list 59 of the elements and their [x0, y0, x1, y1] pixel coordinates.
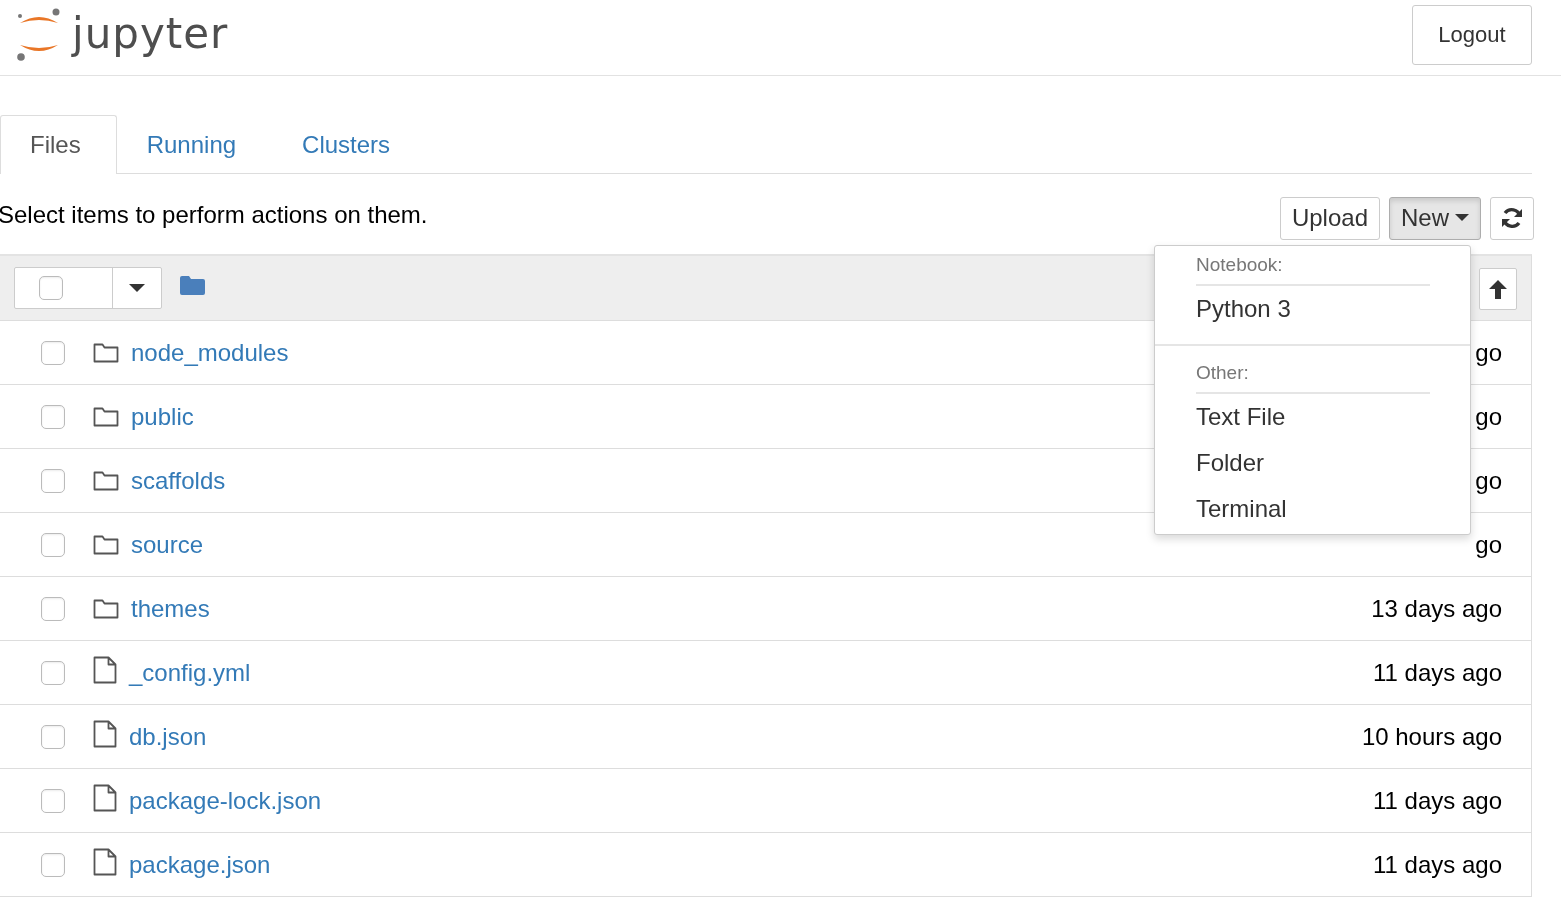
file-link[interactable]: source: [131, 530, 204, 559]
modified-time: 11 days ago: [1373, 658, 1502, 687]
folder-icon[interactable]: [180, 275, 205, 295]
arrow-up-icon: [1487, 278, 1509, 300]
modified-time: 10 hours ago: [1361, 722, 1502, 751]
file-link[interactable]: node_modules: [131, 338, 289, 367]
file-icon: [93, 847, 117, 876]
checkbox[interactable]: [41, 596, 65, 621]
file-link[interactable]: public: [131, 402, 194, 431]
file-icon: [93, 783, 117, 812]
checkbox[interactable]: [39, 276, 63, 300]
menu-heading: Other:: [1196, 355, 1430, 394]
new-button[interactable]: New: [1389, 196, 1481, 240]
file-icon: [93, 655, 117, 684]
logo-icon: [16, 6, 62, 61]
folder-icon: [93, 534, 119, 555]
upload-button[interactable]: Upload: [1279, 196, 1380, 240]
caret-icon: [129, 283, 145, 293]
checkbox[interactable]: [41, 660, 65, 685]
folder-icon: [93, 342, 119, 363]
file-link[interactable]: package-lock.json: [129, 786, 322, 815]
checkbox[interactable]: [41, 724, 65, 749]
file-link[interactable]: themes: [131, 594, 210, 623]
menu-heading: Notebook:: [1196, 247, 1430, 286]
menu-item[interactable]: Folder: [1155, 439, 1470, 486]
file-link[interactable]: scaffolds: [131, 466, 226, 495]
checkbox[interactable]: [41, 404, 65, 429]
file-link[interactable]: db.json: [129, 722, 207, 751]
menu-item[interactable]: Text File: [1155, 393, 1470, 440]
folder-icon: [93, 470, 119, 491]
checkbox[interactable]: [41, 340, 65, 365]
modified-time: go: [1475, 530, 1502, 559]
modified-time: go: [1475, 338, 1502, 367]
checkbox[interactable]: [41, 468, 65, 493]
checkbox[interactable]: [41, 852, 65, 877]
logout-button[interactable]: Logout: [1412, 4, 1532, 65]
menu-item[interactable]: Python 3: [1155, 285, 1470, 332]
refresh-button[interactable]: [1490, 196, 1534, 240]
tab[interactable]: Clusters: [272, 115, 427, 174]
refresh-icon: [1500, 206, 1524, 230]
checkbox[interactable]: [41, 532, 65, 557]
modified-time: go: [1475, 466, 1502, 495]
select-all-control[interactable]: [14, 267, 162, 309]
tab[interactable]: Running: [116, 115, 273, 174]
logo-text: jupyter: [72, 9, 229, 58]
caret-icon: [1455, 214, 1469, 222]
menu-item[interactable]: Terminal: [1155, 485, 1470, 532]
folder-icon: [93, 406, 119, 427]
folder-icon: [93, 598, 119, 619]
modified-time: 11 days ago: [1373, 786, 1502, 815]
modified-time: 13 days ago: [1371, 594, 1502, 623]
tab[interactable]: Files: [0, 115, 117, 174]
file-icon: [93, 719, 117, 748]
file-link[interactable]: _config.yml: [129, 658, 251, 687]
checkbox[interactable]: [41, 788, 65, 813]
file-link[interactable]: package.json: [129, 850, 271, 879]
modified-time: go: [1475, 402, 1502, 431]
sort-button[interactable]: [1479, 268, 1517, 310]
modified-time: 11 days ago: [1373, 850, 1502, 879]
